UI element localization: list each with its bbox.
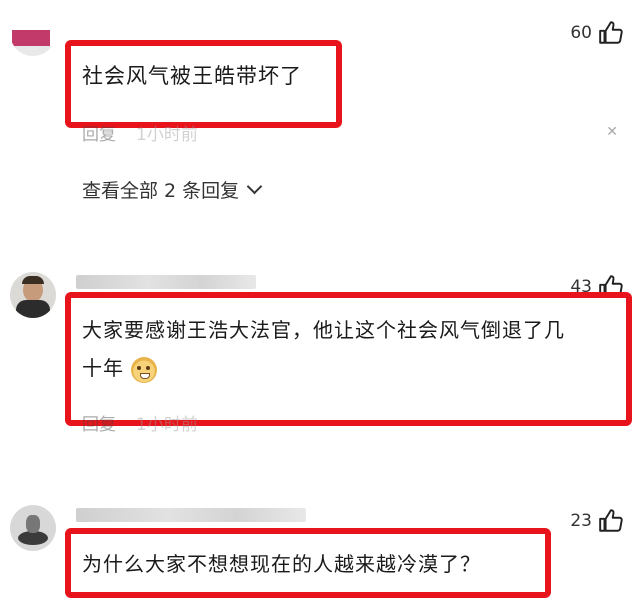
avatar[interactable]	[10, 505, 56, 551]
reply-button[interactable]: 回复	[82, 120, 116, 145]
username-blurred	[76, 508, 306, 522]
comment-text: 为什么大家不想想现在的人越来越冷漠了？	[82, 552, 481, 576]
comment-text-line-2-label: 十年	[82, 356, 124, 380]
like-count[interactable]: 60	[570, 18, 624, 48]
comment-text-line-2: 十年	[82, 350, 158, 386]
avatar[interactable]	[10, 10, 56, 56]
comment-meta: 回复 1小时前	[82, 120, 198, 145]
view-replies-button[interactable]: 查看全部 2 条回复	[82, 176, 263, 203]
like-count-value: 23	[570, 511, 592, 531]
timestamp: 1小时前	[136, 125, 198, 145]
like-count-value: 60	[570, 23, 592, 43]
thumbs-up-icon[interactable]	[598, 508, 624, 534]
like-count[interactable]: 23	[570, 506, 624, 536]
comment-text: 社会风气被王皓带坏了	[82, 64, 302, 88]
comment-meta: 回复 1小时前	[82, 410, 198, 435]
close-icon[interactable]: ✕	[606, 124, 618, 140]
timestamp: 1小时前	[136, 415, 198, 435]
chevron-down-icon	[246, 178, 263, 195]
comment-text-line-1: 大家要感谢王浩大法官，他让这个社会风气倒退了几	[82, 318, 565, 342]
thumbs-up-icon[interactable]	[598, 20, 624, 46]
reply-button[interactable]: 回复	[82, 410, 116, 435]
username-blurred	[76, 275, 256, 289]
doge-emoji-icon	[131, 356, 158, 383]
view-replies-label: 查看全部 2 条回复	[82, 180, 240, 202]
avatar[interactable]	[10, 272, 56, 318]
